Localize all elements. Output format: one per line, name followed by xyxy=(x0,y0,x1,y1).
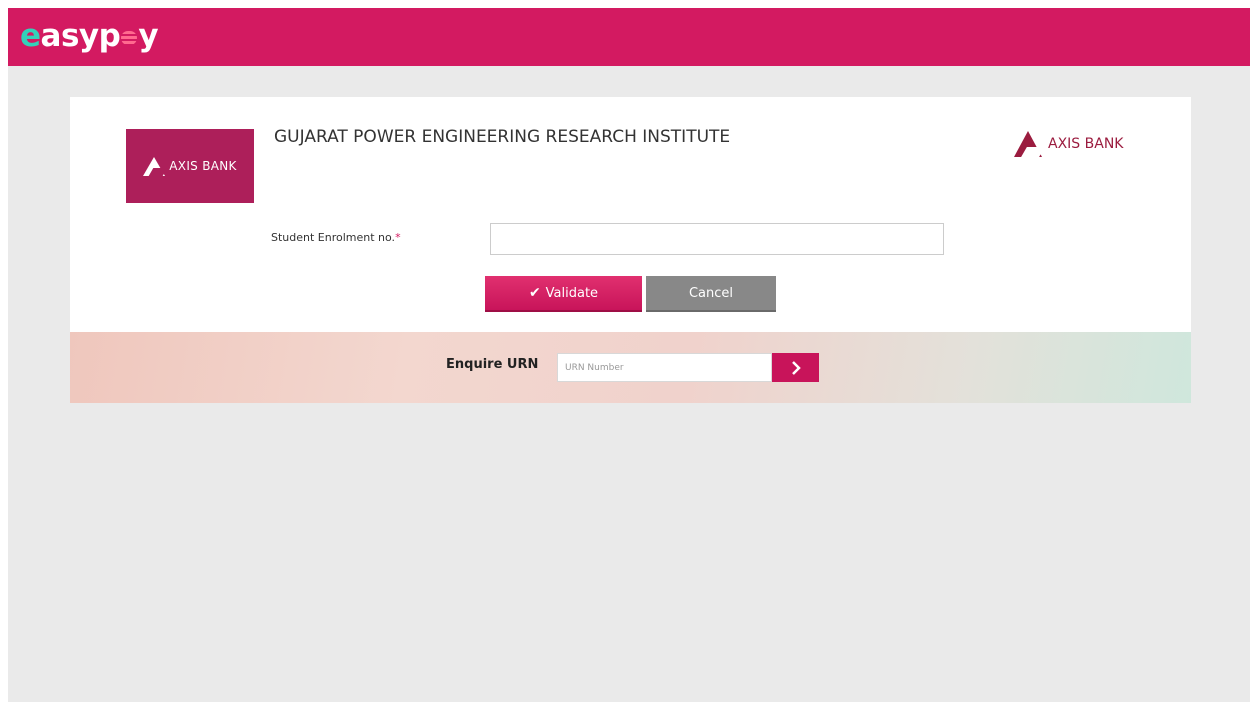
enrolment-label-text: Student Enrolment no. xyxy=(271,231,396,244)
brand-middle: asyp xyxy=(40,18,121,54)
urn-input[interactable] xyxy=(557,353,772,382)
axis-logo-icon xyxy=(1014,131,1042,157)
page-viewport: e asyp y AXIS BANK GUJARAT POWER ENGINEE… xyxy=(8,8,1250,702)
top-bar: e asyp y xyxy=(8,8,1250,66)
urn-submit-button[interactable] xyxy=(772,353,819,382)
institute-title: GUJARAT POWER ENGINEERING RESEARCH INSTI… xyxy=(274,127,731,147)
easypay-logo[interactable]: e asyp y xyxy=(20,18,159,54)
cancel-label: Cancel xyxy=(688,285,734,301)
urn-label: Enquire URN xyxy=(446,357,539,372)
required-marker: * xyxy=(395,231,401,244)
urn-enquiry-band: Enquire URN xyxy=(70,332,1191,403)
axis-logo-icon xyxy=(143,156,166,176)
brand-end: y xyxy=(138,18,159,54)
check-icon: ✔ xyxy=(528,285,541,301)
cancel-button[interactable]: Cancel xyxy=(646,276,776,312)
institute-logo: AXIS BANK xyxy=(126,129,254,203)
enrolment-label: Student Enrolment no.* xyxy=(271,231,401,244)
validate-button[interactable]: ✔ Validate xyxy=(485,276,642,312)
bank-name: AXIS BANK xyxy=(1048,136,1124,152)
brand-e: e xyxy=(20,18,41,54)
validate-label: Validate xyxy=(545,285,599,301)
chevron-right-icon xyxy=(791,360,801,375)
axis-bank-logo: AXIS BANK xyxy=(1014,131,1123,157)
enrolment-input[interactable] xyxy=(490,223,944,255)
coin-icon xyxy=(121,31,138,45)
logo-text: AXIS BANK xyxy=(169,159,237,173)
payment-card: AXIS BANK GUJARAT POWER ENGINEERING RESE… xyxy=(70,97,1191,332)
